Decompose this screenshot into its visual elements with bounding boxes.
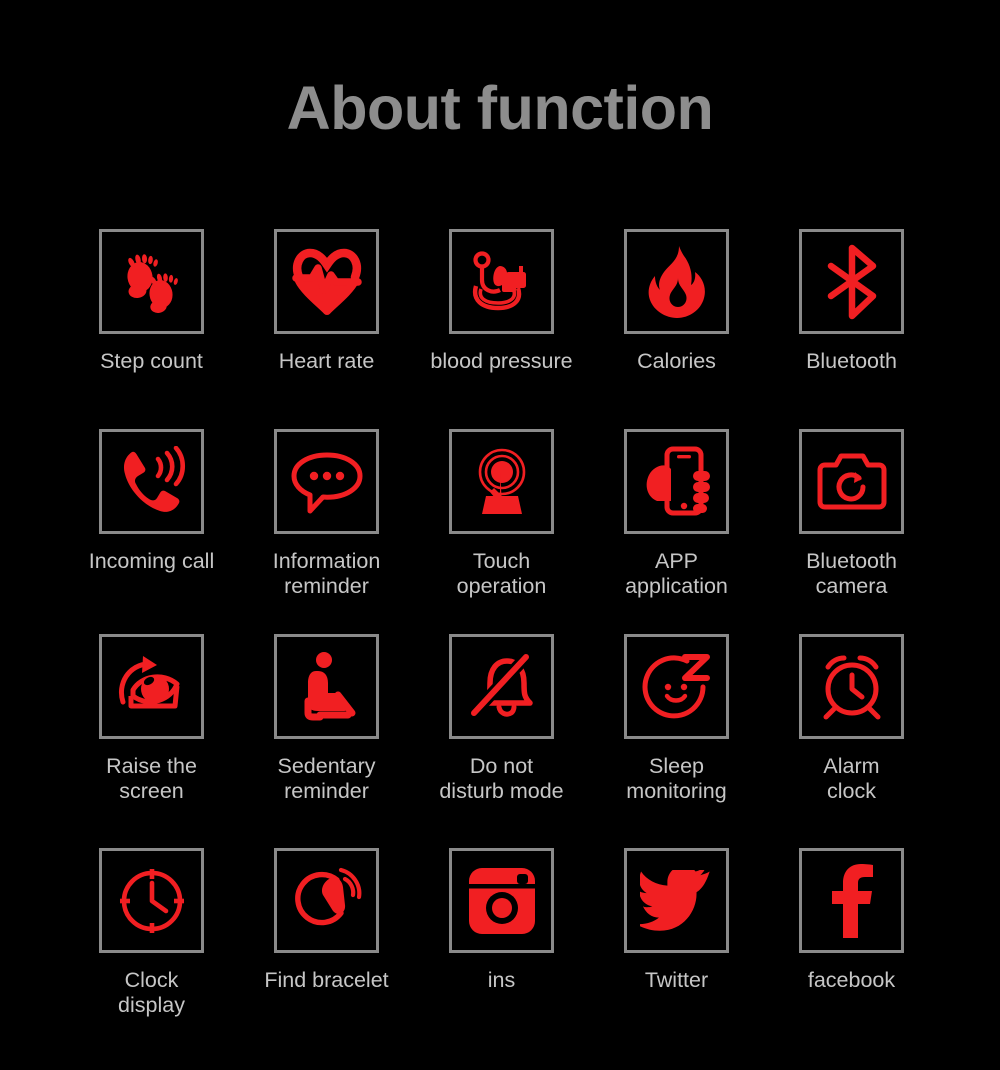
function-cell-find-bracelet[interactable]: Find bracelet — [264, 848, 389, 1048]
instagram-icon — [467, 866, 537, 936]
icon-box[interactable] — [274, 848, 379, 953]
function-cell-twitter[interactable]: Twitter — [624, 848, 729, 1048]
facebook-f-icon — [828, 863, 876, 938]
cell-label: Incoming call — [88, 549, 215, 573]
cell-label: Alarm clock — [823, 754, 880, 804]
icon-box[interactable] — [624, 848, 729, 953]
icon-box[interactable] — [449, 429, 554, 534]
cell-label: Information reminder — [272, 549, 381, 599]
cell-label: Raise the screen — [106, 754, 197, 804]
cell-label: Do not disturb mode — [439, 754, 564, 804]
function-cell-calories[interactable]: Calories — [624, 229, 729, 429]
sleep-face-icon — [641, 651, 713, 723]
grid-row: Raise the screen Sedentary reminder Do n… — [99, 634, 909, 848]
icon-box[interactable] — [274, 429, 379, 534]
cell-label: Step count — [100, 349, 203, 373]
function-cell-information-reminder[interactable]: Information reminder — [273, 429, 380, 634]
function-cell-sedentary-reminder[interactable]: Sedentary reminder — [274, 634, 379, 848]
function-cell-blood-pressure[interactable]: blood pressure — [430, 229, 573, 429]
cell-label: Sedentary reminder — [277, 754, 376, 804]
ringing-phone-icon — [116, 445, 188, 518]
function-cell-clock-display[interactable]: Clock display — [99, 848, 204, 1048]
function-cell-ins[interactable]: ins — [449, 848, 554, 1048]
cell-label: Bluetooth — [806, 349, 897, 373]
cell-label: APP application — [625, 549, 728, 599]
cell-label: Calories — [637, 349, 716, 373]
bell-slash-icon — [466, 650, 538, 723]
cell-label: Bluetooth camera — [806, 549, 897, 599]
clock-dial-icon — [116, 865, 188, 937]
icon-box[interactable] — [799, 848, 904, 953]
grid-row: Step count Heart rate blood pressure Cal… — [99, 229, 909, 429]
icon-box[interactable] — [99, 429, 204, 534]
icon-box[interactable] — [274, 229, 379, 334]
function-cell-do-not-disturb-mode[interactable]: Do not disturb mode — [439, 634, 564, 848]
hand-phone-icon — [641, 445, 713, 519]
footprints-icon — [117, 247, 187, 317]
function-cell-incoming-call[interactable]: Incoming call — [89, 429, 214, 634]
icon-box[interactable] — [799, 429, 904, 534]
function-cell-touch-operation[interactable]: Touch operation — [449, 429, 554, 634]
function-cell-facebook[interactable]: facebook — [799, 848, 904, 1048]
function-cell-sleep-monitoring[interactable]: Sleep monitoring — [624, 634, 729, 848]
icon-box[interactable] — [449, 848, 554, 953]
icon-box[interactable] — [449, 634, 554, 739]
icon-box[interactable] — [99, 634, 204, 739]
cell-label: Find bracelet — [264, 968, 389, 992]
function-cell-heart-rate[interactable]: Heart rate — [274, 229, 379, 429]
grid-row: Clock display Find bracelet ins Twitter … — [99, 848, 909, 1048]
function-grid: Step count Heart rate blood pressure Cal… — [89, 229, 909, 1048]
cell-label: ins — [487, 968, 516, 992]
cell-label: Clock display — [118, 968, 185, 1018]
icon-box[interactable] — [274, 634, 379, 739]
blood-pressure-monitor-icon — [466, 246, 538, 318]
function-cell-step-count[interactable]: Step count — [99, 229, 204, 429]
function-cell-alarm-clock[interactable]: Alarm clock — [799, 634, 904, 848]
cell-label: Touch operation — [456, 549, 547, 599]
function-cell-bluetooth[interactable]: Bluetooth — [799, 229, 904, 429]
cell-label: Heart rate — [278, 349, 375, 373]
icon-box[interactable] — [99, 848, 204, 953]
function-cell-bluetooth-camera[interactable]: Bluetooth camera — [799, 429, 904, 634]
heart-pulse-icon — [290, 245, 364, 319]
bluetooth-icon — [821, 244, 883, 320]
page-title: About function — [286, 74, 714, 142]
touch-tap-icon — [466, 446, 538, 518]
icon-box[interactable] — [99, 229, 204, 334]
camera-icon — [814, 452, 890, 512]
cell-label: Sleep monitoring — [626, 754, 727, 804]
icon-box[interactable] — [624, 634, 729, 739]
icon-box[interactable] — [624, 229, 729, 334]
speech-bubble-icon — [289, 449, 365, 515]
icon-box[interactable] — [799, 634, 904, 739]
icon-box[interactable] — [799, 229, 904, 334]
cell-label: facebook — [807, 968, 896, 992]
cell-label: Twitter — [644, 968, 709, 992]
raise-wrist-eye-icon — [115, 652, 189, 722]
alarm-clock-icon — [816, 651, 888, 723]
icon-box[interactable] — [624, 429, 729, 534]
cell-label: blood pressure — [430, 349, 573, 373]
flame-icon — [642, 244, 712, 320]
seated-person-icon — [296, 651, 358, 723]
grid-row: Incoming call Information reminder Touch… — [89, 429, 909, 634]
icon-box[interactable] — [449, 229, 554, 334]
find-bracelet-icon — [291, 865, 363, 937]
twitter-bird-icon — [639, 869, 714, 932]
function-cell-app-application[interactable]: APP application — [624, 429, 729, 634]
function-cell-raise-the-screen[interactable]: Raise the screen — [99, 634, 204, 848]
